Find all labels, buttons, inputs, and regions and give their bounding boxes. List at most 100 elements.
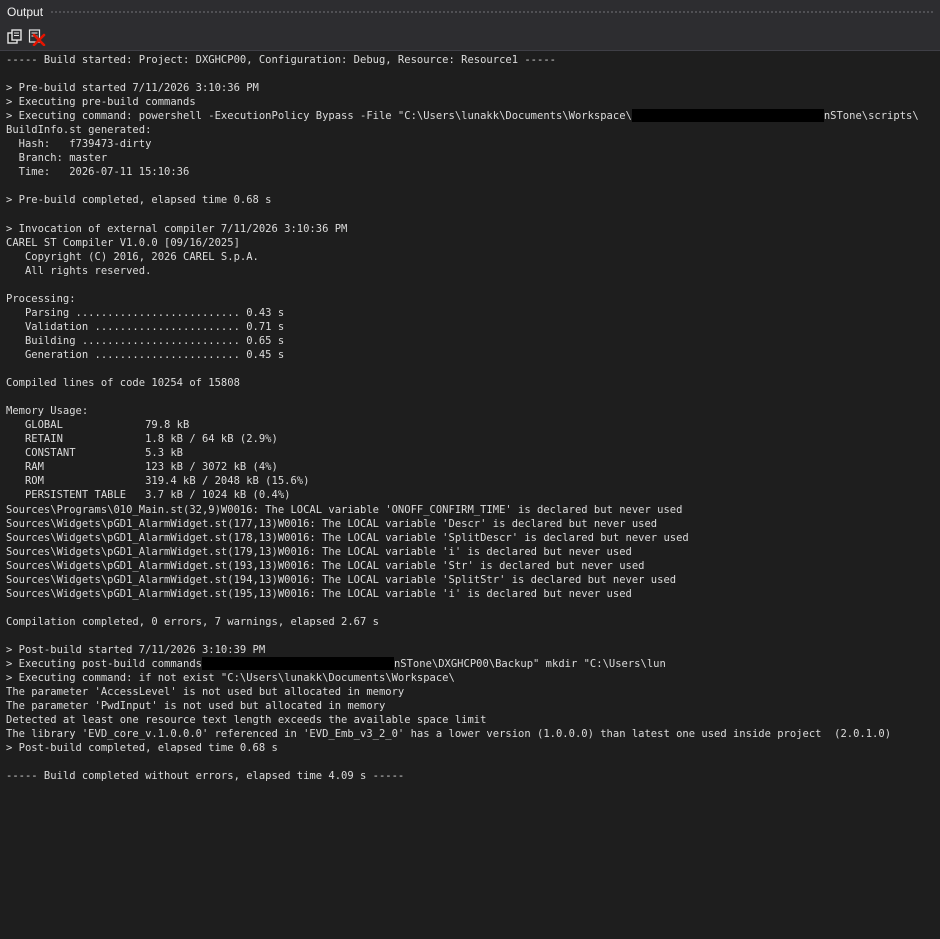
redacted-path [631,109,824,123]
log-line-text: CAREL ST Compiler V1.0.0 [09/16/2025] [6,236,240,249]
log-line-text: ----- Build completed without errors, el… [6,770,405,783]
log-line: The library 'EVD_core_v.1.0.0.0' referen… [6,727,940,741]
log-line: RETAIN 1.8 kB / 64 kB (2.9%) [6,432,940,446]
log-line: Sources\Widgets\pGD1_AlarmWidget.st(179,… [6,545,940,559]
log-line: Sources\Widgets\pGD1_AlarmWidget.st(193,… [6,559,940,573]
log-line-text: Branch: master [6,152,108,165]
log-line-text: The parameter 'AccessLevel' is not used … [6,686,405,699]
log-line: GLOBAL 79.8 kB [6,418,940,432]
log-line: Memory Usage: [6,404,940,418]
log-line: Hash: f739473-dirty [6,137,940,151]
log-line-text: ROM 319.4 kB / 2048 kB (15.6%) [6,475,310,488]
log-line-text: BuildInfo.st generated: [6,124,152,137]
copy-icon [7,29,22,44]
clear-all-button[interactable] [28,28,46,47]
log-line: Parsing .......................... 0.43 … [6,306,940,320]
redacted-path [201,657,394,671]
log-line: Validation ....................... 0.71 … [6,320,940,334]
title-bar-grip [50,9,934,15]
log-line: > Executing pre-build commands [6,95,940,109]
log-line: ROM 319.4 kB / 2048 kB (15.6%) [6,474,940,488]
output-title-bar: Output [0,0,940,24]
log-line: Sources\Widgets\pGD1_AlarmWidget.st(178,… [6,531,940,545]
output-title: Output [7,5,44,19]
log-line-text: Hash: f739473-dirty [6,138,152,151]
log-line: Sources\Widgets\pGD1_AlarmWidget.st(195,… [6,587,940,601]
log-line-text: Sources\Widgets\pGD1_AlarmWidget.st(195,… [6,587,632,600]
copy-button[interactable] [6,28,24,46]
log-line-text: > Pre-build started 7/11/2026 3:10:36 PM [6,82,259,95]
log-line: Time: 2026-07-11 15:10:36 [6,165,940,179]
log-line: Compiled lines of code 10254 of 15808 [6,376,940,390]
output-text-area[interactable]: ----- Build started: Project: DXGHCP00, … [0,51,940,939]
log-line-text: > Pre-build completed, elapsed time 0.68… [6,194,272,207]
log-line: CAREL ST Compiler V1.0.0 [09/16/2025] [6,236,940,250]
log-line-text: RETAIN 1.8 kB / 64 kB (2.9%) [6,433,278,446]
log-line: > Executing command: if not exist "C:\Us… [6,671,940,685]
log-line-text: CONSTANT 5.3 kB [6,447,184,460]
log-line-text: Generation ....................... 0.45 … [6,348,285,361]
log-line-text: The library 'EVD_core_v.1.0.0.0' referen… [6,728,892,741]
log-line-text: Sources\Widgets\pGD1_AlarmWidget.st(193,… [6,559,645,572]
log-line-text: Building ......................... 0.65 … [6,334,285,347]
log-line: The parameter 'AccessLevel' is not used … [6,685,940,699]
build-log: ----- Build started: Project: DXGHCP00, … [0,51,940,783]
log-line: Sources\Programs\010_Main.st(32,9)W0016:… [6,503,940,517]
log-line: Processing: [6,292,940,306]
log-line-text: Compiled lines of code 10254 of 15808 [6,377,240,390]
log-line: Branch: master [6,151,940,165]
log-line: Building ......................... 0.65 … [6,334,940,348]
log-line: RAM 123 kB / 3072 kB (4%) [6,460,940,474]
log-line: Compilation completed, 0 errors, 7 warni… [6,615,940,629]
log-line-text: > Executing command: powershell -Executi… [6,110,632,123]
log-line-text: Sources\Widgets\pGD1_AlarmWidget.st(194,… [6,573,677,586]
log-line-text: Parsing .......................... 0.43 … [6,306,285,319]
log-line: BuildInfo.st generated: [6,123,940,137]
log-line-text: Processing: [6,292,76,305]
log-line-text: Sources\Widgets\pGD1_AlarmWidget.st(177,… [6,517,658,530]
log-line-text: Copyright (C) 2016, 2026 CAREL S.p.A. [6,250,259,263]
log-line: Sources\Widgets\pGD1_AlarmWidget.st(194,… [6,573,940,587]
log-line-text: RAM 123 kB / 3072 kB (4%) [6,461,278,474]
log-line: All rights reserved. [6,264,940,278]
log-line-text: > Post-build started 7/11/2026 3:10:39 P… [6,643,266,656]
log-line-text: ----- Build started: Project: DXGHCP00, … [6,54,556,66]
log-line: > Executing command: powershell -Executi… [6,109,940,123]
log-line-text: > Executing post-build commands [6,658,202,671]
log-line-text: All rights reserved. [6,264,152,277]
output-toolbar [0,24,940,51]
log-line-text: > Post-build completed, elapsed time 0.6… [6,742,278,755]
log-line-text: GLOBAL 79.8 kB [6,419,190,432]
log-line-text: Detected at least one resource text leng… [6,714,487,727]
log-line: The parameter 'PwdInput' is not used but… [6,699,940,713]
log-line-text: Sources\Programs\010_Main.st(32,9)W0016:… [6,503,683,516]
log-line: > Invocation of external compiler 7/11/2… [6,222,940,236]
log-line: Detected at least one resource text leng… [6,713,940,727]
log-line-tail: nSTone\DXGHCP00\Backup" mkdir "C:\Users\… [393,658,666,671]
log-line-text: Sources\Widgets\pGD1_AlarmWidget.st(179,… [6,545,632,558]
clear-all-icon [28,29,46,47]
log-line: Sources\Widgets\pGD1_AlarmWidget.st(177,… [6,517,940,531]
log-line-text: > Executing pre-build commands [6,96,196,109]
log-line-tail: nSTone\scripts\ [823,110,919,123]
log-line-text: Compilation completed, 0 errors, 7 warni… [6,615,379,628]
log-line-text: > Invocation of external compiler 7/11/2… [6,222,348,235]
log-line: > Post-build started 7/11/2026 3:10:39 P… [6,643,940,657]
log-line: Copyright (C) 2016, 2026 CAREL S.p.A. [6,250,940,264]
log-line: ----- Build completed without errors, el… [6,769,940,783]
log-line: > Pre-build completed, elapsed time 0.68… [6,193,940,207]
log-line-text: Sources\Widgets\pGD1_AlarmWidget.st(178,… [6,531,689,544]
log-line: > Pre-build started 7/11/2026 3:10:36 PM [6,81,940,95]
log-line-text: Memory Usage: [6,405,89,418]
log-line: Generation ....................... 0.45 … [6,348,940,362]
log-line-text: PERSISTENT TABLE 3.7 kB / 1024 kB (0.4%) [6,489,291,502]
